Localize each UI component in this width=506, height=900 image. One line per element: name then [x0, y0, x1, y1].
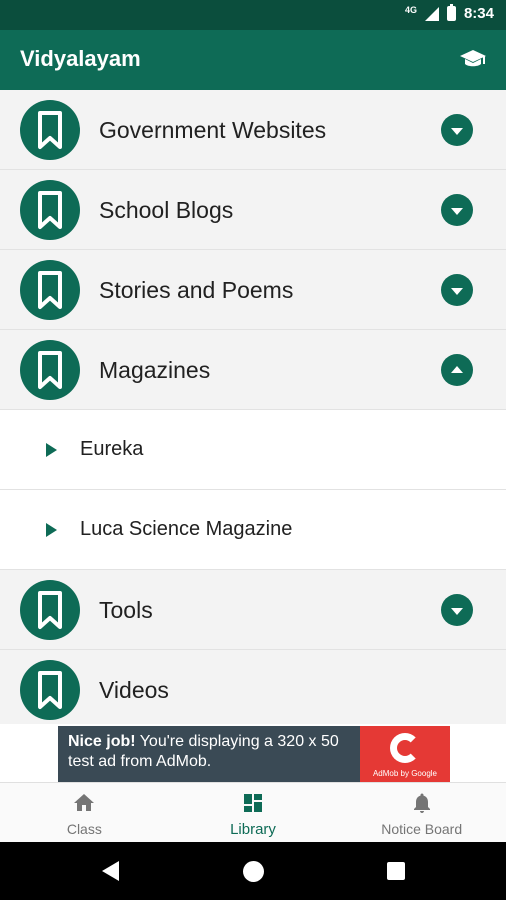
sub-item-label: Eureka [80, 438, 144, 460]
play-arrow-icon [46, 523, 57, 537]
nav-label: Library [230, 821, 276, 838]
chevron-down-icon [451, 207, 463, 215]
app-bar: Vidyalayam [0, 30, 506, 90]
library-list: Government Websites School Blogs Stories… [0, 90, 506, 724]
bookmark-icon [20, 100, 80, 160]
chevron-down-icon [451, 127, 463, 135]
category-row-magazines[interactable]: Magazines [0, 330, 506, 410]
back-icon[interactable] [102, 861, 119, 881]
bookmark-icon [20, 180, 80, 240]
chevron-down-icon [451, 287, 463, 295]
nav-label: Notice Board [381, 821, 463, 837]
ad-banner[interactable]: Nice job! You're displaying a 320 x 50 t… [58, 726, 450, 782]
category-row-videos[interactable]: Videos [0, 650, 506, 724]
ad-headline: Nice job! [68, 733, 136, 750]
bookmark-icon [20, 340, 80, 400]
category-label: Videos [99, 677, 169, 703]
status-bar: 4G 8:34 [0, 0, 506, 30]
home-circle-icon[interactable] [243, 861, 264, 882]
sub-item-label: Luca Science Magazine [80, 518, 293, 540]
sub-item-eureka[interactable]: Eureka [0, 410, 506, 490]
expand-button[interactable] [441, 194, 473, 226]
home-icon [74, 794, 95, 811]
category-row-government-websites[interactable]: Government Websites [0, 90, 506, 170]
nav-item-class[interactable]: Class [0, 783, 169, 842]
network-type: 4G [404, 4, 417, 15]
bell-icon [413, 793, 430, 813]
expand-button[interactable] [441, 114, 473, 146]
bookmark-icon [20, 260, 80, 320]
graduation-cap-icon[interactable] [458, 44, 488, 74]
nav-label: Class [66, 821, 102, 837]
category-label: Stories and Poems [99, 277, 294, 303]
recent-apps-icon[interactable] [387, 862, 405, 880]
chevron-down-icon [451, 607, 463, 615]
bottom-navigation: Class Library Notice Board [0, 782, 506, 842]
play-arrow-icon [46, 443, 57, 457]
category-label: Tools [99, 597, 153, 623]
signal-icon [424, 6, 439, 21]
expand-button[interactable] [441, 274, 473, 306]
bookmark-icon [20, 580, 80, 640]
chevron-up-icon [451, 365, 463, 373]
category-row-school-blogs[interactable]: School Blogs [0, 170, 506, 250]
category-label: School Blogs [99, 197, 234, 223]
admob-logo: AdMob by Google [360, 726, 450, 782]
battery-icon [446, 4, 456, 21]
nav-item-library[interactable]: Library [169, 783, 338, 842]
category-row-tools[interactable]: Tools [0, 570, 506, 650]
admob-logo-text: AdMob by Google [372, 769, 438, 778]
bookmark-icon [20, 660, 80, 720]
category-row-stories-and-poems[interactable]: Stories and Poems [0, 250, 506, 330]
ad-banner-container: Nice job! You're displaying a 320 x 50 t… [0, 724, 506, 782]
category-label: Magazines [99, 357, 211, 383]
status-time: 8:34 [463, 5, 494, 22]
ad-text: Nice job! You're displaying a 320 x 50 t… [68, 732, 358, 772]
collapse-button[interactable] [441, 354, 473, 386]
expand-button[interactable] [441, 594, 473, 626]
admob-logo-icon [390, 733, 420, 763]
dashboard-icon [244, 794, 262, 812]
sub-item-luca-science-magazine[interactable]: Luca Science Magazine [0, 490, 506, 570]
app-title: Vidyalayam [20, 46, 141, 71]
system-navigation-bar [0, 842, 506, 900]
category-label: Government Websites [99, 117, 327, 143]
nav-item-notice-board[interactable]: Notice Board [337, 783, 506, 842]
